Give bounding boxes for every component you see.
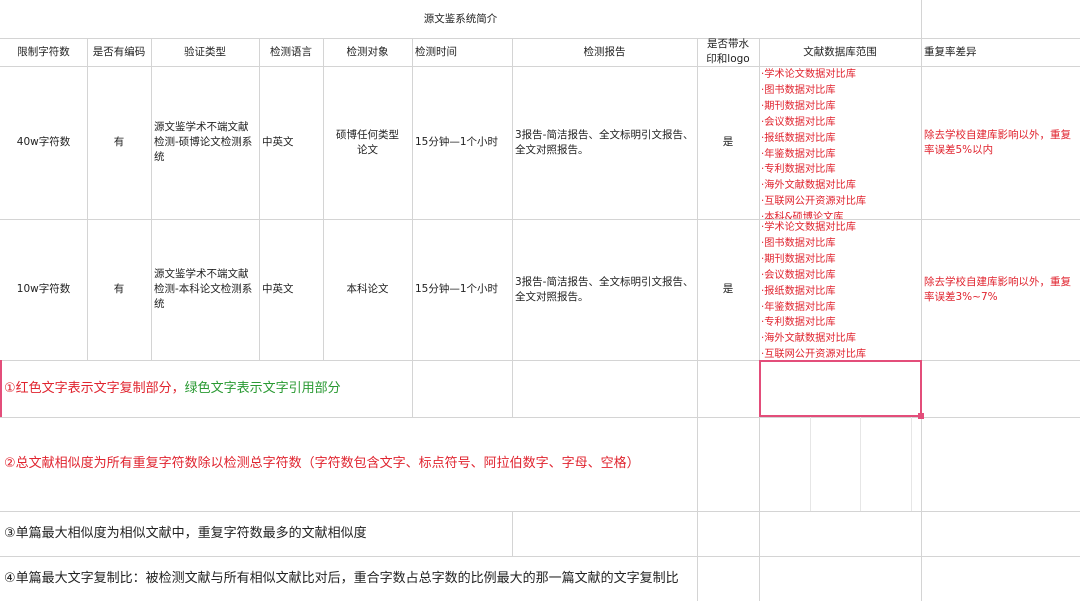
fill-handle[interactable]	[918, 413, 924, 419]
db-item: ·互联网公开资源对比库	[761, 196, 867, 208]
db-item: ·图书数据对比库	[761, 237, 836, 249]
row1-chars[interactable]: 40w字符数	[0, 66, 87, 219]
db-item: ·年鉴数据对比库	[761, 148, 836, 160]
selected-cell[interactable]	[759, 360, 922, 417]
row1-verify-type[interactable]: 源文鉴学术不端文献检测-硕博论文检测系统	[151, 66, 259, 219]
row2-databases[interactable]: ·学术论文数据对比库 ·图书数据对比库 ·期刊数据对比库 ·会议数据对比库 ·报…	[761, 220, 921, 360]
note-4[interactable]: ④单篇最大文字复制比：被检测文献与所有相似文献比对后，重合字数占总字数的比例最大…	[0, 556, 697, 601]
row1-target[interactable]: 硕博任何类型论文	[323, 66, 412, 219]
note-1-copy-text: ①红色文字表示文字复制部分，	[4, 380, 185, 396]
row1-databases[interactable]: ·学术论文数据对比库 ·图书数据对比库 ·期刊数据对比库 ·会议数据对比库 ·报…	[761, 67, 921, 219]
row2-time[interactable]: 15分钟—1个小时	[412, 219, 512, 360]
header-target[interactable]: 检测对象	[323, 38, 412, 66]
header-encoded[interactable]: 是否有编码	[87, 38, 151, 66]
header-watermark[interactable]: 是否带水印和logo	[697, 38, 759, 66]
header-databases[interactable]: 文献数据库范围	[759, 38, 921, 66]
header-time[interactable]: 检测时间	[412, 38, 512, 66]
db-item: ·期刊数据对比库	[761, 100, 836, 112]
row2-target[interactable]: 本科论文	[323, 219, 412, 360]
header-chars[interactable]: 限制字符数	[0, 38, 87, 66]
db-item: ·图书数据对比库	[761, 84, 836, 96]
db-item: ·海外文献数据对比库	[761, 180, 856, 192]
header-diff[interactable]: 重复率差异	[921, 38, 1080, 66]
header-language[interactable]: 检测语言	[259, 38, 323, 66]
row2-watermark[interactable]: 是	[697, 219, 759, 360]
db-item: ·海外文献数据对比库	[761, 333, 856, 345]
note-1[interactable]: ①红色文字表示文字复制部分， 绿色文字表示文字引用部分	[0, 360, 412, 417]
db-item: ·专利数据对比库	[761, 164, 836, 176]
row1-watermark[interactable]: 是	[697, 66, 759, 219]
note-2[interactable]: ②总文献相似度为所有重复字符数除以检测总字符数（字符数包含文字、标点符号、阿拉伯…	[0, 417, 697, 511]
row1-diff[interactable]: 除去学校自建库影响以外，重复率误差5%以内	[921, 66, 1080, 219]
row2-language[interactable]: 中英文	[259, 219, 323, 360]
row2-encoded[interactable]: 有	[87, 219, 151, 360]
db-item: ·学术论文数据对比库	[761, 69, 856, 80]
db-item: ·互联网公开资源对比库	[761, 349, 867, 360]
note-1-quote-text: 绿色文字表示文字引用部分	[184, 380, 341, 396]
db-item: ·专利数据对比库	[761, 317, 836, 329]
row2-verify-type[interactable]: 源文鉴学术不端文献检测-本科论文检测系统	[151, 219, 259, 360]
sheet-title[interactable]: 源文鉴系统简介	[0, 0, 921, 38]
db-item: ·会议数据对比库	[761, 269, 836, 281]
db-item: ·年鉴数据对比库	[761, 301, 836, 313]
db-item: ·本科&硕博论文库	[761, 212, 844, 219]
note-3[interactable]: ③单篇最大相似度为相似文献中，重复字符数最多的文献相似度	[0, 511, 512, 556]
db-item: ·报纸数据对比库	[761, 132, 836, 144]
header-verify-type[interactable]: 验证类型	[151, 38, 259, 66]
row1-language[interactable]: 中英文	[259, 66, 323, 219]
row2-report[interactable]: 3报告-简洁报告、全文标明引文报告、全文对照报告。	[512, 219, 697, 360]
header-report[interactable]: 检测报告	[512, 38, 697, 66]
spreadsheet: 源文鉴系统简介 限制字符数 是否有编码 验证类型 检测语言 检测对象 检测时间 …	[0, 0, 1080, 601]
row1-report[interactable]: 3报告-简洁报告、全文标明引文报告、全文对照报告。	[512, 66, 697, 219]
db-item: ·学术论文数据对比库	[761, 222, 856, 233]
row2-diff[interactable]: 除去学校自建库影响以外，重复率误差3%~7%	[921, 219, 1080, 360]
db-item: ·报纸数据对比库	[761, 285, 836, 297]
row1-time[interactable]: 15分钟—1个小时	[412, 66, 512, 219]
row1-encoded[interactable]: 有	[87, 66, 151, 219]
db-item: ·期刊数据对比库	[761, 253, 836, 265]
row2-chars[interactable]: 10w字符数	[0, 219, 87, 360]
db-item: ·会议数据对比库	[761, 116, 836, 128]
